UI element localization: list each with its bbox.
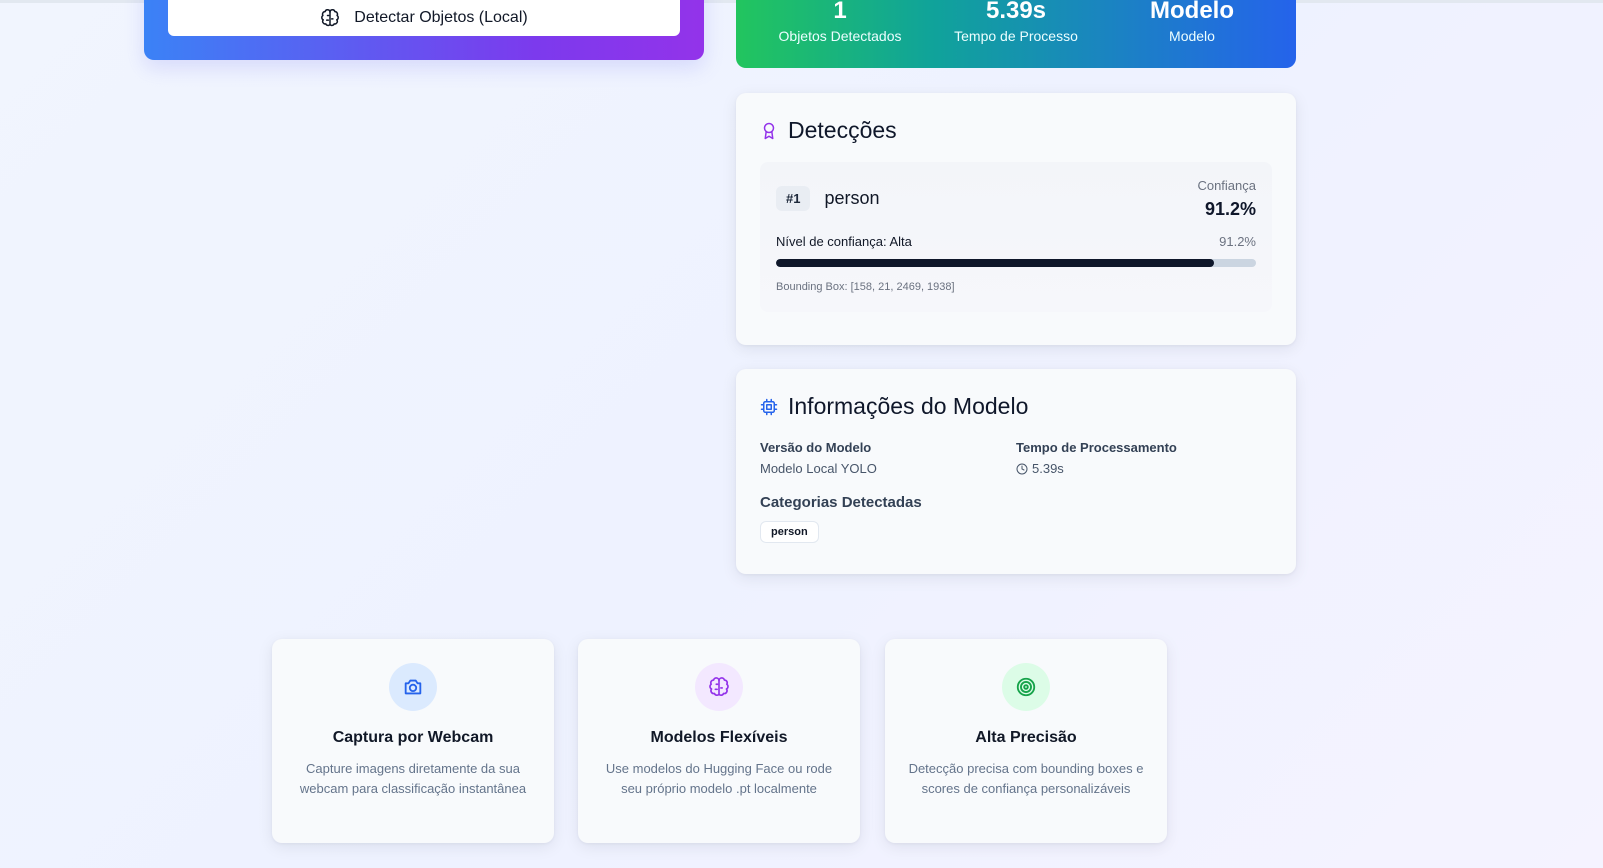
feature-title: Modelos Flexíveis	[650, 729, 788, 746]
confidence-progress-fill	[776, 259, 1214, 267]
camera-icon	[389, 663, 437, 711]
stat-value: Modelo	[1150, 0, 1234, 24]
feature-card-webcam: Captura por Webcam Capture imagens diret…	[272, 639, 554, 843]
model-info-title: Informações do Modelo	[760, 393, 1272, 420]
detection-name: person	[824, 188, 880, 208]
processing-time-label: Tempo de Processamento	[1016, 440, 1177, 455]
detections-card: Detecções #1 person Confiança 91.2% Níve…	[736, 93, 1296, 345]
detections-title: Detecções	[760, 117, 1272, 144]
model-version-label: Versão do Modelo	[760, 440, 872, 455]
feature-description: Detecção precisa com bounding boxes e sc…	[908, 761, 1144, 796]
award-icon	[763, 122, 775, 139]
stat-label: Tempo de Processo	[954, 28, 1078, 44]
detection-item: #1 person Confiança 91.2% Nível de confi…	[760, 162, 1272, 312]
confidence-label: Confiança	[1197, 178, 1256, 193]
target-icon	[1002, 663, 1050, 711]
confidence-level-label: Nível de confiança: Alta	[776, 234, 912, 249]
stat-value: 5.39s	[985, 0, 1047, 24]
feature-description: Use modelos do Hugging Face ou rode seu …	[605, 761, 833, 796]
detections-title-text: Detecções	[788, 117, 897, 143]
confidence-progress-bar	[776, 259, 1256, 267]
brain-icon	[695, 663, 743, 711]
processing-time-value: 5.39s	[1032, 461, 1064, 476]
stat-model: Modelo Modelo	[1107, 0, 1277, 44]
confidence-value: 91.2%	[1204, 199, 1256, 219]
clock-icon	[1016, 463, 1028, 474]
feature-card-precision: Alta Precisão Detecção precisa com bound…	[885, 639, 1167, 843]
stats-card: 1 Objetos Detectados 5.39s Tempo de Proc…	[736, 0, 1296, 68]
categories-title: Categorias Detectadas	[760, 494, 922, 511]
confidence-level-percent: 91.2%	[1219, 234, 1256, 249]
model-version-value: Modelo Local YOLO	[760, 461, 877, 476]
detect-objects-button[interactable]: Detectar Objetos (Local)	[168, 0, 680, 36]
model-info-title-text: Informações do Modelo	[788, 393, 1029, 419]
feature-description: Capture imagens diretamente da sua webca…	[299, 761, 527, 796]
model-info-card: Informações do Modelo Versão do Modelo M…	[736, 369, 1296, 574]
processing-time: Tempo de Processamento 5.39s	[1016, 440, 1272, 476]
feature-card-models: Modelos Flexíveis Use modelos do Hugging…	[578, 639, 860, 843]
rank-badge: #1	[776, 186, 811, 211]
bounding-box-text: Bounding Box: [158, 21, 2469, 1938]	[776, 281, 955, 293]
stat-value: 1	[833, 0, 847, 24]
model-version: Versão do Modelo Modelo Local YOLO	[760, 440, 1016, 476]
category-tag: person	[760, 521, 819, 543]
stat-process-time: 5.39s Tempo de Processo	[931, 0, 1101, 44]
upload-card: Detectar Objetos (Local)	[144, 0, 704, 60]
stat-label: Modelo	[1169, 28, 1215, 44]
cpu-icon	[760, 398, 778, 415]
stat-label: Objetos Detectados	[778, 28, 902, 44]
brain-icon	[321, 9, 340, 27]
feature-title: Alta Precisão	[975, 729, 1077, 746]
stat-objects-detected: 1 Objetos Detectados	[755, 0, 925, 44]
feature-title: Captura por Webcam	[332, 729, 494, 746]
detect-button-label: Detectar Objetos (Local)	[354, 9, 528, 26]
